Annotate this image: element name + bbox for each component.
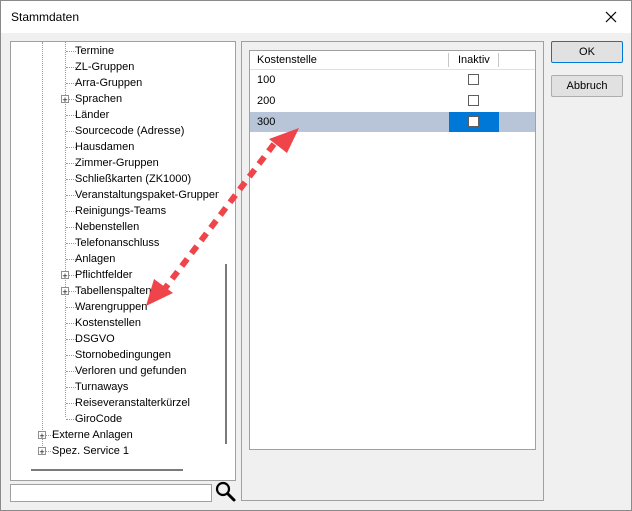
stammdaten-dialog: Stammdaten Termine ZL-Gruppen Arra-Gruppen… [0, 0, 632, 511]
annotation-arrow [146, 128, 299, 306]
arrow-shaft [160, 142, 277, 293]
arrow-head-bottom [146, 279, 173, 306]
